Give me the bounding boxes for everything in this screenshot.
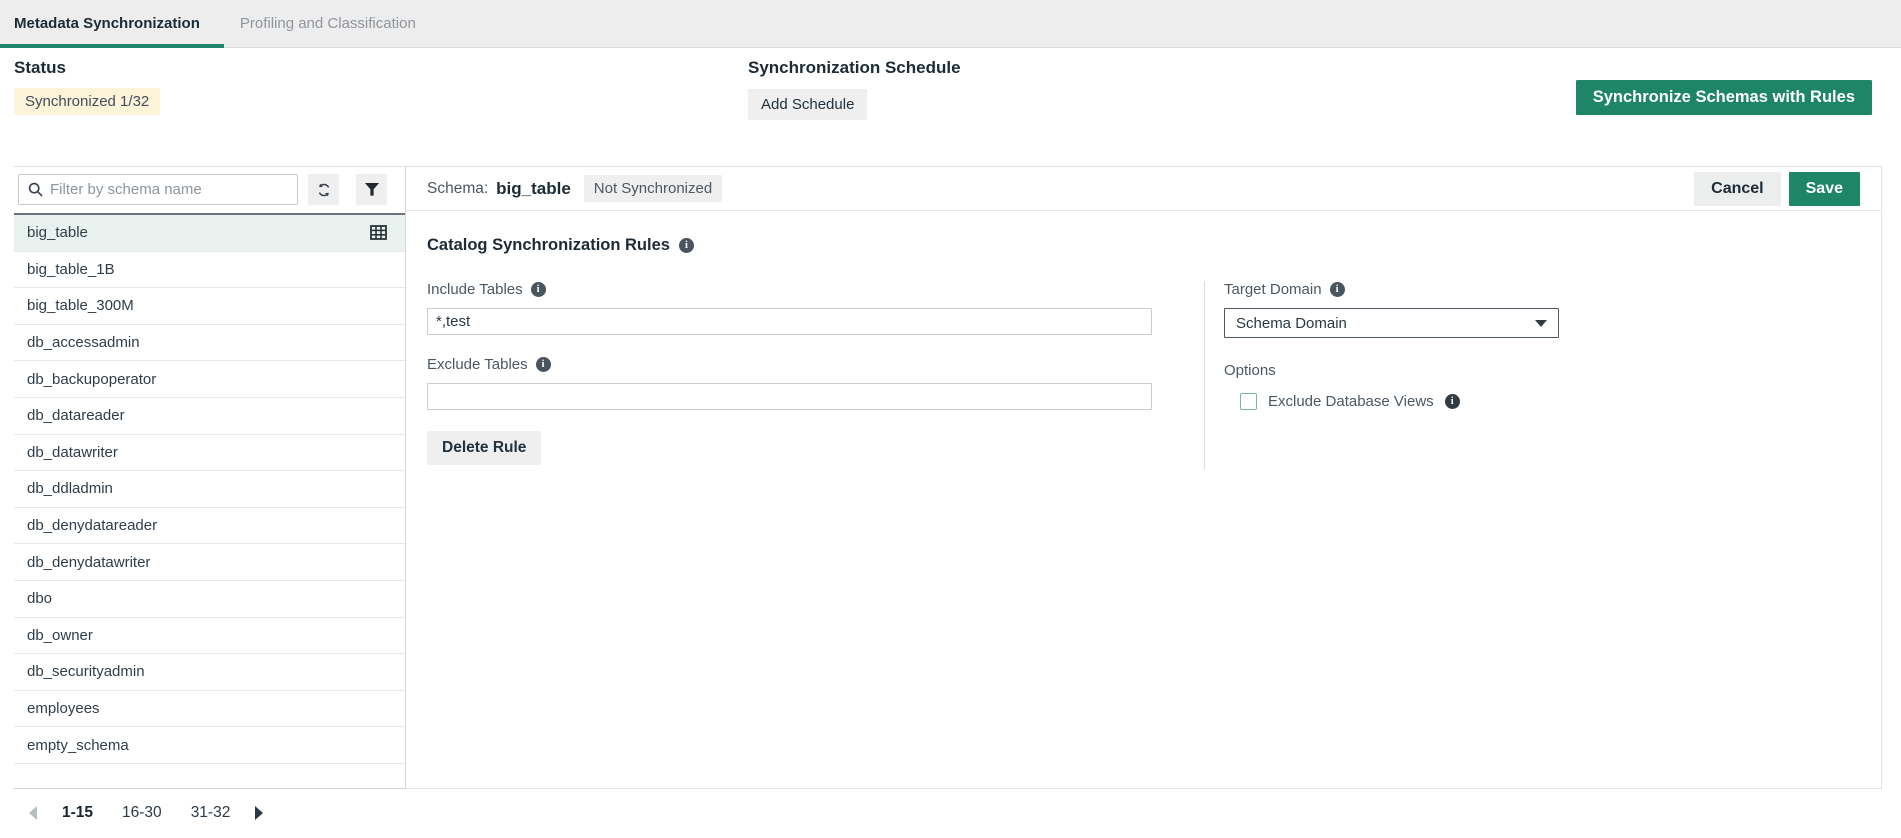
- include-tables-label: Include Tables: [427, 281, 523, 298]
- schema-item-name: db_securityadmin: [27, 663, 145, 680]
- main-panel: Schema: big_table Not Synchronized Cance…: [405, 166, 1882, 789]
- refresh-icon: [316, 182, 332, 198]
- schema-sidebar: big_table big_table_1B big_table_300M db…: [14, 166, 405, 789]
- save-button[interactable]: Save: [1789, 172, 1860, 206]
- exclude-database-views-label: Exclude Database Views: [1268, 393, 1434, 410]
- schema-list-item[interactable]: dbo: [14, 581, 405, 618]
- schema-list-item[interactable]: db_datawriter: [14, 435, 405, 472]
- selected-schema-name: big_table: [496, 179, 571, 199]
- schema-item-name: empty_schema: [27, 737, 129, 754]
- schema-list-item[interactable]: empty_schema: [14, 727, 405, 764]
- status-badge: Synchronized 1/32: [14, 88, 160, 115]
- not-synchronized-badge: Not Synchronized: [584, 175, 722, 202]
- schedule-title: Synchronization Schedule: [748, 58, 961, 78]
- schema-item-name: db_datawriter: [27, 444, 118, 461]
- schema-pagination: 1-15 16-30 31-32: [0, 789, 1901, 822]
- exclude-tables-input[interactable]: [427, 383, 1152, 410]
- status-block: Status Synchronized 1/32: [14, 58, 160, 115]
- synchronize-schemas-button[interactable]: Synchronize Schemas with Rules: [1576, 80, 1872, 115]
- content-area: big_table big_table_1B big_table_300M db…: [14, 166, 1882, 789]
- exclude-database-views-checkbox[interactable]: [1240, 393, 1257, 410]
- main-panel-header: Schema: big_table Not Synchronized Cance…: [406, 167, 1881, 211]
- schema-item-name: db_ddladmin: [27, 480, 113, 497]
- info-icon[interactable]: [1445, 394, 1460, 409]
- info-icon[interactable]: [536, 357, 551, 372]
- filter-row: [14, 167, 405, 215]
- target-domain-label: Target Domain: [1224, 281, 1322, 298]
- schema-item-name: db_backupoperator: [27, 371, 156, 388]
- schema-label: Schema:: [427, 180, 488, 198]
- schema-item-name: big_table_1B: [27, 261, 115, 278]
- chevron-down-icon: [1535, 320, 1547, 327]
- status-title: Status: [14, 58, 160, 78]
- schema-item-name: employees: [27, 700, 100, 717]
- delete-rule-button[interactable]: Delete Rule: [427, 431, 541, 465]
- pagination-page[interactable]: 16-30: [122, 804, 162, 822]
- schema-item-name: db_datareader: [27, 407, 125, 424]
- tab-bar: Metadata Synchronization Profiling and C…: [0, 0, 1901, 48]
- schema-list-item[interactable]: employees: [14, 691, 405, 728]
- schema-item-name: big_table_300M: [27, 297, 134, 314]
- schema-list-item[interactable]: db_accessadmin: [14, 325, 405, 362]
- schema-list-item[interactable]: big_table_300M: [14, 288, 405, 325]
- schema-list-item[interactable]: db_ddladmin: [14, 471, 405, 508]
- schema-list-item[interactable]: big_table: [14, 215, 405, 252]
- add-schedule-button[interactable]: Add Schedule: [748, 89, 867, 120]
- include-tables-input[interactable]: [427, 308, 1152, 335]
- rules-form: Include Tables Exclude Tables Delete Rul…: [427, 281, 1152, 465]
- schema-item-name: db_denydatawriter: [27, 554, 150, 571]
- main-panel-body: Catalog Synchronization Rules Include Ta…: [406, 211, 1881, 788]
- tab-profiling-and-classification[interactable]: Profiling and Classification: [224, 0, 432, 47]
- pagination-page[interactable]: 1-15: [62, 804, 93, 822]
- target-domain-value: Schema Domain: [1236, 315, 1347, 332]
- info-icon[interactable]: [679, 238, 694, 253]
- filter-button[interactable]: [356, 174, 387, 205]
- schema-list-item[interactable]: db_securityadmin: [14, 654, 405, 691]
- table-grid-icon: [370, 225, 387, 240]
- exclude-tables-label: Exclude Tables: [427, 356, 528, 373]
- pagination-page[interactable]: 31-32: [191, 804, 231, 822]
- schema-item-name: db_owner: [27, 627, 93, 644]
- schema-item-name: big_table: [27, 224, 88, 241]
- schema-list-item[interactable]: db_denydatawriter: [14, 544, 405, 581]
- funnel-icon: [364, 182, 380, 197]
- info-icon[interactable]: [531, 282, 546, 297]
- schema-item-name: db_denydatareader: [27, 517, 157, 534]
- column-divider: [1204, 281, 1205, 469]
- info-icon[interactable]: [1330, 282, 1345, 297]
- page-header: Status Synchronized 1/32 Synchronization…: [0, 48, 1901, 166]
- search-icon: [28, 182, 43, 197]
- schema-filter-input[interactable]: [50, 181, 288, 198]
- target-domain-form: Target Domain Schema Domain Options Excl…: [1224, 281, 1654, 410]
- schema-item-name: db_accessadmin: [27, 334, 140, 351]
- tab-metadata-synchronization[interactable]: Metadata Synchronization: [0, 0, 224, 47]
- options-label: Options: [1224, 362, 1654, 379]
- pagination-pages: 1-15 16-30 31-32: [62, 804, 230, 822]
- rules-title: Catalog Synchronization Rules: [427, 236, 670, 255]
- cancel-button[interactable]: Cancel: [1694, 172, 1780, 206]
- refresh-button[interactable]: [308, 174, 339, 205]
- schema-list-item[interactable]: db_denydatareader: [14, 508, 405, 545]
- pagination-next-icon[interactable]: [255, 806, 263, 820]
- search-box: [18, 174, 298, 205]
- schema-list-item[interactable]: db_owner: [14, 618, 405, 655]
- schema-item-name: dbo: [27, 590, 52, 607]
- schema-list: big_table big_table_1B big_table_300M db…: [14, 215, 405, 788]
- schema-list-item[interactable]: db_datareader: [14, 398, 405, 435]
- schedule-block: Synchronization Schedule Add Schedule: [748, 58, 961, 120]
- target-domain-select[interactable]: Schema Domain: [1224, 308, 1559, 338]
- pagination-prev-icon[interactable]: [29, 806, 37, 820]
- schema-list-item[interactable]: big_table_1B: [14, 252, 405, 289]
- schema-list-item[interactable]: db_backupoperator: [14, 361, 405, 398]
